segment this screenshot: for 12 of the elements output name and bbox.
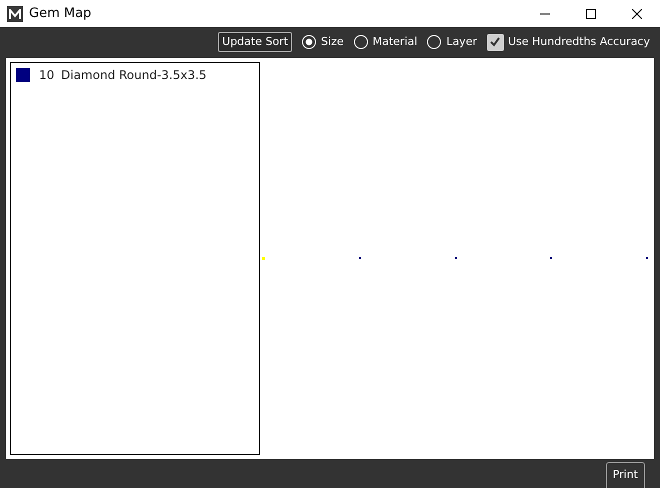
window-title: Gem Map [29, 4, 92, 23]
print-button[interactable]: Print [606, 462, 645, 488]
sort-radio[interactable]: Material [354, 34, 418, 51]
app-logo-icon [7, 6, 23, 22]
maximize-icon [586, 8, 596, 18]
close-icon [632, 8, 642, 18]
sort-radio[interactable]: Size [302, 34, 344, 51]
gem-list-item[interactable]: 10 Diamond Round-3.5x3.5 [15, 66, 255, 83]
sort-radio[interactable]: Layer [427, 34, 477, 51]
update-sort-button[interactable]: Update Sort [218, 32, 292, 52]
checkmark-icon [489, 36, 502, 48]
accuracy-checkbox[interactable]: Use Hundredths Accuracy [486, 34, 650, 51]
